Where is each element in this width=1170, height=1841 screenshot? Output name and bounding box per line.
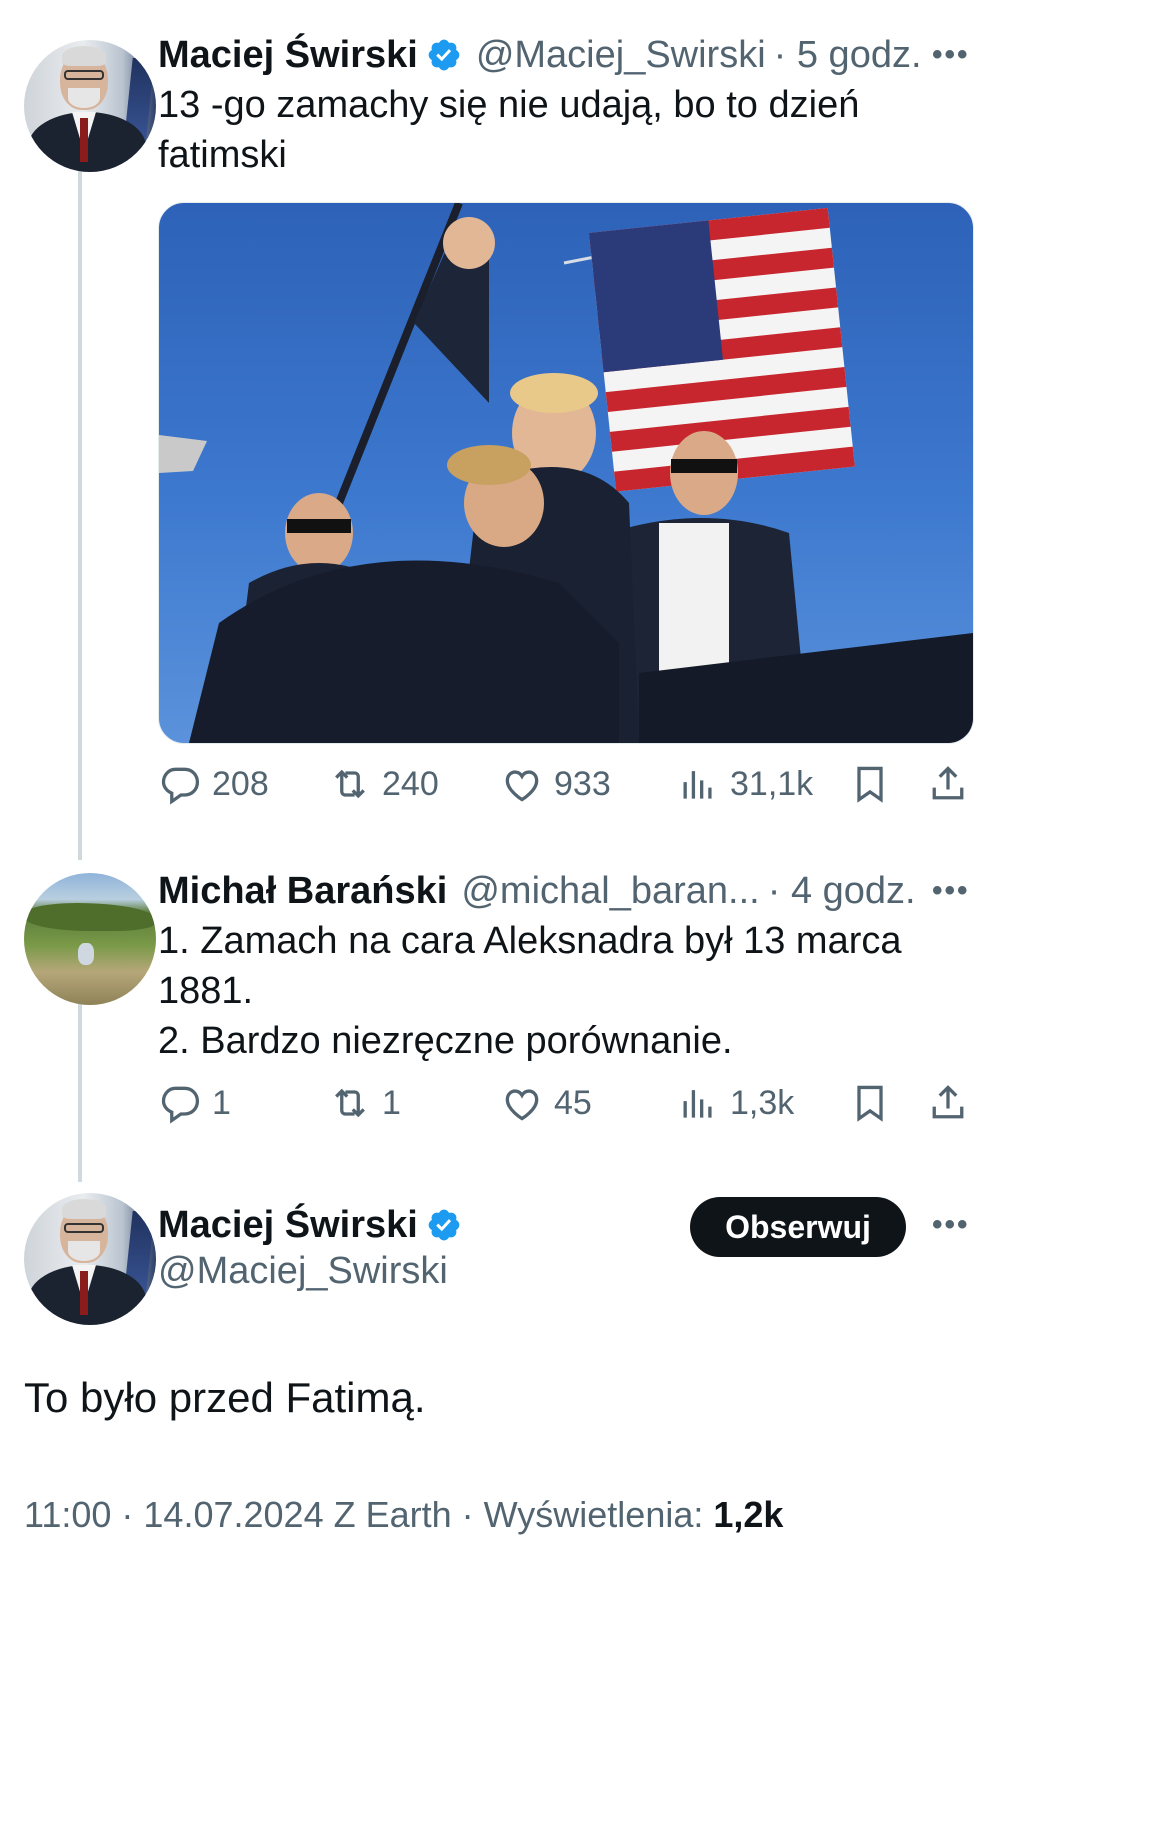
- like-button[interactable]: 45: [500, 1081, 592, 1125]
- repost-icon: [335, 769, 365, 799]
- tweet-meta-info[interactable]: 11:00 · 14.07.2024 Z Earth · Wyświetleni…: [24, 1494, 713, 1535]
- bookmark-icon: [857, 1085, 883, 1122]
- reply-icon: [161, 767, 200, 805]
- main-tweet-header: Maciej Świrski: [158, 1200, 462, 1250]
- tweet-meta: 11:00 · 14.07.2024 Z Earth · Wyświetleni…: [24, 1494, 783, 1536]
- heart-icon: [505, 1089, 539, 1121]
- thread-connector: [78, 996, 82, 1182]
- like-button[interactable]: 933: [500, 762, 611, 806]
- reply-count: 1: [212, 1083, 231, 1122]
- timestamp[interactable]: · 4 godz.: [768, 870, 916, 913]
- more-options-icon[interactable]: •••: [932, 874, 970, 908]
- reply-button[interactable]: 1: [158, 1081, 231, 1125]
- tweet-text-line: 1881.: [158, 970, 254, 1012]
- avatar[interactable]: [24, 873, 156, 1005]
- repost-icon: [335, 1088, 365, 1118]
- timestamp[interactable]: · 5 godz.: [774, 34, 922, 77]
- repost-count: 1: [382, 1083, 401, 1122]
- views-button[interactable]: 1,3k: [676, 1081, 794, 1125]
- views-chart-icon: [683, 1090, 712, 1118]
- verified-badge-icon: [428, 1209, 460, 1241]
- repost-button[interactable]: 240: [328, 762, 439, 806]
- verified-badge-icon: [428, 39, 460, 71]
- reply-icon: [161, 1086, 200, 1124]
- repost-count: 240: [382, 764, 439, 803]
- photo-icon: [159, 203, 973, 743]
- avatar[interactable]: [24, 1193, 156, 1325]
- tweet-header: Maciej Świrski @Maciej_Swirski · 5 godz.: [158, 30, 922, 80]
- share-icon: [932, 766, 964, 800]
- author-handle[interactable]: @Maciej_Swirski: [158, 1250, 448, 1293]
- follow-button[interactable]: Obserwuj: [690, 1197, 906, 1257]
- heart-icon: [505, 770, 539, 802]
- repost-button[interactable]: 1: [328, 1081, 401, 1125]
- more-options-icon[interactable]: •••: [932, 38, 970, 72]
- tweet-text-line: 1. Zamach na cara Aleksnadra był 13 marc…: [158, 920, 902, 962]
- views-button[interactable]: 31,1k: [676, 762, 813, 806]
- author-name[interactable]: Maciej Świrski: [158, 34, 418, 77]
- more-options-icon[interactable]: •••: [932, 1208, 970, 1242]
- author-handle[interactable]: @michal_baran...: [461, 870, 759, 913]
- main-tweet-text: To było przed Fatimą.: [24, 1374, 426, 1421]
- reply-button[interactable]: 208: [158, 762, 269, 806]
- share-icon: [932, 1085, 964, 1119]
- bookmark-button[interactable]: [848, 1081, 902, 1125]
- like-count: 45: [554, 1083, 592, 1122]
- share-button[interactable]: [926, 1081, 980, 1125]
- view-count: 1,3k: [730, 1083, 795, 1122]
- author-name[interactable]: Maciej Świrski: [158, 1204, 418, 1247]
- tweet-text: 1. Zamach na cara Aleksnadra był 13 marc…: [158, 916, 938, 1066]
- thread-connector: [78, 160, 82, 860]
- bookmark-button[interactable]: [848, 762, 902, 806]
- author-handle[interactable]: @Maciej_Swirski: [476, 34, 766, 77]
- tweet-text-line: fatimski: [158, 134, 287, 176]
- views-chart-icon: [683, 771, 712, 799]
- share-button[interactable]: [926, 762, 980, 806]
- tweet-text-line: 2. Bardzo niezręczne porównanie.: [158, 1020, 733, 1062]
- tweet-header: Michał Barański @michal_baran... · 4 god…: [158, 866, 916, 916]
- tweet-text: 13 -go zamachy się nie udają, bo to dzie…: [158, 80, 938, 180]
- view-count: 31,1k: [730, 764, 814, 803]
- bookmark-icon: [857, 766, 883, 803]
- reply-count: 208: [212, 764, 269, 803]
- tweet-media-photo[interactable]: [158, 202, 974, 744]
- avatar[interactable]: [24, 40, 156, 172]
- like-count: 933: [554, 764, 611, 803]
- author-name[interactable]: Michał Barański: [158, 870, 447, 913]
- main-view-count: 1,2k: [713, 1494, 784, 1535]
- tweet-actions: 208 240 933 31,1k: [158, 762, 978, 812]
- tweet-actions: 1 1 45 1,3k: [158, 1081, 978, 1131]
- tweet-text-line: 13 -go zamachy się nie udają, bo to dzie…: [158, 84, 860, 126]
